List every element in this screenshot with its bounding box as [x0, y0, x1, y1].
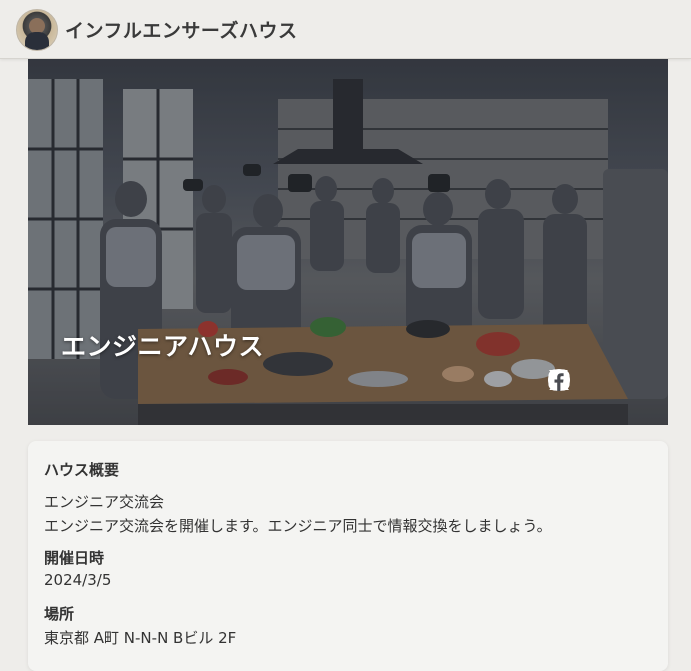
avatar-body — [25, 32, 49, 50]
house-details-card: ハウス概要 エンジニア交流会 エンジニア交流会を開催します。エンジニア同士で情報… — [28, 441, 668, 671]
event-name: エンジニア交流会 — [44, 493, 165, 511]
facebook-icon[interactable] — [547, 368, 571, 392]
date-label: 開催日時 — [44, 549, 105, 567]
event-description: エンジニア交流会を開催します。エンジニア同士で情報交換をしましょう。 — [44, 517, 552, 535]
location-value: 東京都 A町 N-N-N Bビル 2F — [44, 629, 237, 647]
hero-overlay — [28, 59, 668, 425]
app-header: インフルエンサーズハウス — [0, 0, 691, 59]
overview-label: ハウス概要 — [44, 461, 120, 479]
app-title: インフルエンサーズハウス — [65, 20, 298, 42]
date-value: 2024/3/5 — [44, 571, 112, 589]
user-avatar[interactable] — [16, 9, 58, 51]
hero-banner: エンジニアハウス — [28, 59, 668, 425]
house-name: エンジニアハウス — [61, 332, 265, 361]
location-label: 場所 — [44, 605, 75, 623]
